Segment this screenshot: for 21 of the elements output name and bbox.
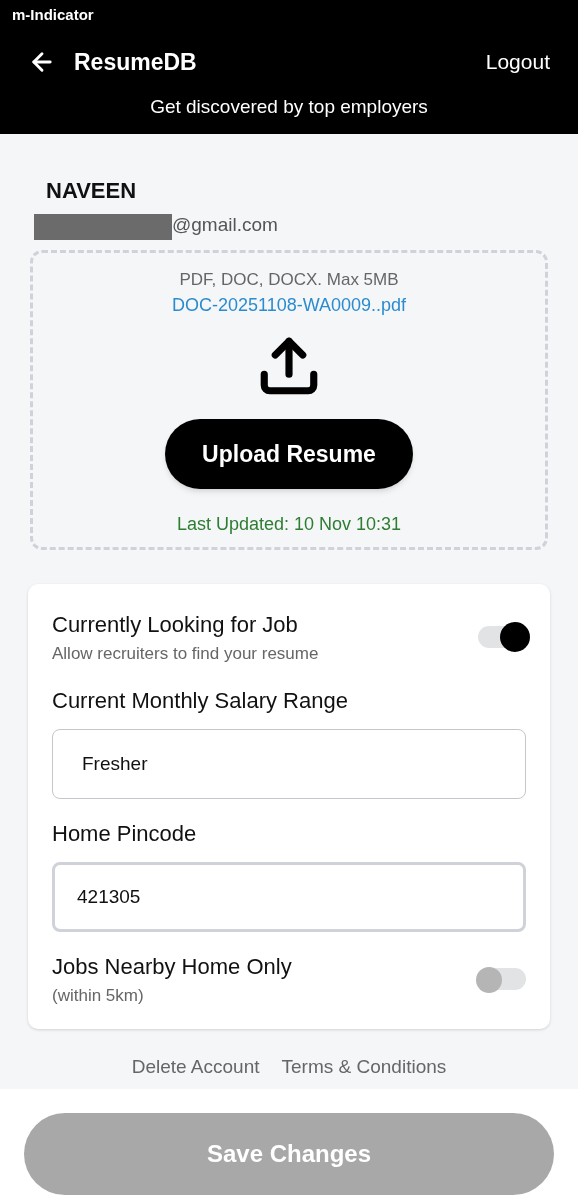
toggle-switch[interactable] [478,968,526,991]
file-hint: PDF, DOC, DOCX. Max 5MB [179,268,399,291]
logout-button[interactable]: Logout [485,46,550,78]
status-bar-app-name: m-Indicator [11,5,95,25]
footer-link[interactable]: Delete Account [131,1052,260,1081]
setting-description: (within 5km) [52,985,145,1007]
setting-description: Allow recruiters to find your resume [52,642,319,665]
app-title: ResumeDB [74,47,197,77]
input-field[interactable]: 421305 [52,862,526,932]
upload-area[interactable]: PDF, DOC, DOCX. Max 5MB DOC-20251108-WA0009..pdf Upload Resume Last Updated: 10 Nov 10:31 [30,249,548,550]
footer-link[interactable]: Terms & Conditions [281,1052,447,1081]
setting-label: Jobs Nearby Home Only [52,953,292,981]
user-email: @gmail.com [172,213,278,237]
field-label: Current Monthly Salary Range [52,687,349,715]
input-field[interactable]: Fresher [52,729,526,799]
last-updated-text: Last Updated: 10 Nov 10:31 [176,513,402,536]
setting-label: Currently Looking for Job [52,610,299,639]
tagline: Get discovered by top employers [150,95,428,119]
upload-resume-button[interactable]: Upload Resume [165,419,413,489]
user-name: NAVEEN [46,177,138,205]
field-label: Home Pincode [52,820,198,848]
